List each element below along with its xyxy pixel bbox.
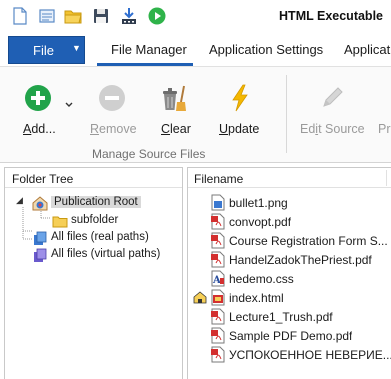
ribbon-group-label: Manage Source Files [92,147,206,161]
pdf-file-icon [211,251,225,268]
filename-header-label: Filename [194,172,244,186]
pencil-icon [323,87,343,107]
file-name: УСПОКОЕННОЕ НЕВЕРИЕ... [229,348,391,362]
column-divider[interactable] [386,170,387,186]
chevron-down-icon: ▼ [72,43,81,53]
add-label: Add... [23,122,56,136]
file-row[interactable]: index.html [188,288,391,307]
clear-button[interactable]: Clear [150,79,200,136]
ribbon-panel: Add... Remove Clear Update Edit Source P… [0,66,391,163]
filename-column-header[interactable]: Filename [188,168,391,188]
remove-button[interactable]: Remove [86,79,138,136]
html-file-icon [211,289,225,306]
edit-source-button[interactable]: Edit Source [296,79,366,136]
file-row[interactable]: УСПОКОЕННОЕ НЕВЕРИЕ... [188,345,391,364]
css-file-icon: A [211,270,225,287]
file-name: index.html [229,291,284,305]
pdf-file-icon [211,346,225,363]
update-button[interactable]: Update [214,79,268,136]
file-name: bullet1.png [229,196,288,210]
add-button[interactable]: Add... [14,79,76,136]
file-name: Sample PDF Demo.pdf [229,329,353,343]
pdf-file-icon [211,327,225,344]
lightning-icon [232,84,248,112]
file-name: HandelZadokThePriest.pdf [229,253,372,267]
remove-label: Remove [90,122,137,136]
file-menu-button[interactable]: File ▼ [8,36,85,64]
build-icon[interactable] [119,6,139,26]
tree-node-label: subfolder [71,214,119,226]
pdf-file-icon [211,232,225,249]
new-file-icon[interactable] [10,6,30,26]
tree-node-label: All files (real paths) [51,231,149,243]
file-row[interactable]: Course Registration Form S... [188,231,391,250]
file-row[interactable]: Lecture1_Trush.pdf [188,307,391,326]
homepage-icon [193,291,207,304]
file-name: Course Registration Form S... [229,234,388,248]
tree-node-label: All files (virtual paths) [51,248,161,260]
all-files-virtual-icon [34,248,47,262]
pdf-file-icon [211,213,225,230]
tab-application-settings[interactable]: Application Settings [209,42,323,57]
file-name: hedemo.css [229,272,294,286]
pdf-file-icon [211,308,225,325]
file-list-pane[interactable]: Filename bullet1.png convopt.pdf Course … [187,167,391,379]
file-name: Lecture1_Trush.pdf [229,310,333,324]
file-row[interactable]: bullet1.png [188,193,391,212]
folder-tree-header: Folder Tree [5,168,182,188]
app-title: HTML Executable [279,9,383,23]
folder-tree-pane[interactable]: Folder Tree ◢ Publication Root subfolder… [4,167,183,379]
add-dropdown-icon[interactable] [65,102,73,108]
file-name: convopt.pdf [229,215,292,229]
png-file-icon [211,194,225,211]
all-files-real-icon [34,231,47,245]
run-icon[interactable] [147,6,167,26]
ribbon-tabs: File ▼ File Manager Application Settings… [0,34,391,66]
edit-source-label: Edit Source [300,122,365,136]
open-folder-icon[interactable] [63,6,83,26]
expand-collapse-icon[interactable]: ◢ [16,195,23,206]
add-icon [25,85,51,111]
tree-node-label: Publication Root [51,196,141,208]
folder-icon [52,216,68,228]
file-menu-label: File [33,43,54,58]
svg-text:A: A [212,275,221,286]
properties-icon[interactable] [37,6,57,26]
file-row[interactable]: convopt.pdf [188,212,391,231]
ribbon-separator [286,75,287,153]
preview-button[interactable]: Pr [375,79,391,135]
main-panes: Folder Tree ◢ Publication Root subfolder… [0,163,391,379]
clear-label: Clear [161,122,191,136]
tab-file-manager[interactable]: File Manager [111,42,187,57]
save-icon[interactable] [91,6,111,26]
trash-broom-icon [163,85,186,111]
quick-access-toolbar: HTML Executable [0,0,391,34]
file-row[interactable]: Sample PDF Demo.pdf [188,326,391,345]
remove-icon [99,85,125,111]
file-row[interactable]: HandelZadokThePriest.pdf [188,250,391,269]
preview-label: Pr [378,122,391,135]
update-label: Update [219,122,260,136]
publication-root-icon [32,196,48,211]
file-row[interactable]: A hedemo.css [188,269,391,288]
tab-application[interactable]: Applicatio [344,42,391,57]
